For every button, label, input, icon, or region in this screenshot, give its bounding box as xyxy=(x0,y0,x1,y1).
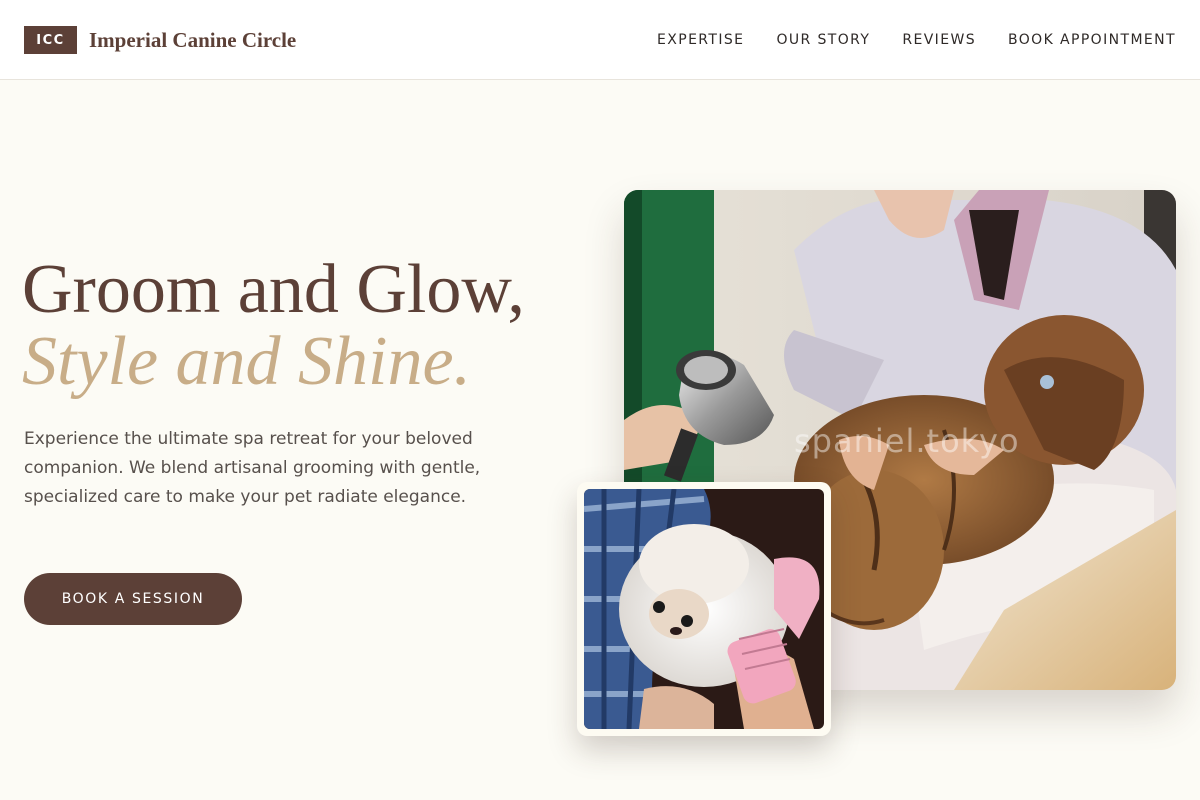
hero-description: Experience the ultimate spa retreat for … xyxy=(24,429,481,507)
logo-badge[interactable]: ICC xyxy=(24,26,77,54)
site-header: ICC Imperial Canine Circle EXPERTISE OUR… xyxy=(0,0,1200,80)
main-nav: EXPERTISE OUR STORY REVIEWS BOOK APPOINT… xyxy=(657,28,1176,52)
nav-link-book-appointment[interactable]: BOOK APPOINTMENT xyxy=(1008,28,1176,52)
hero-secondary-image-frame xyxy=(577,482,831,736)
headline-line-1: Groom and Glow, xyxy=(22,251,525,328)
photo-watermark: spaniel.tokyo xyxy=(794,422,1020,460)
nav-link-our-story[interactable]: OUR STORY xyxy=(776,28,870,52)
nav-link-expertise[interactable]: EXPERTISE xyxy=(657,28,744,52)
nav-link-reviews[interactable]: REVIEWS xyxy=(902,28,976,52)
hero-headline: Groom and Glow, Style and Shine. xyxy=(22,254,582,398)
brushing-photo xyxy=(584,489,824,729)
book-session-button[interactable]: BOOK A SESSION xyxy=(24,573,242,625)
brand-name[interactable]: Imperial Canine Circle xyxy=(89,26,296,54)
hero-secondary-image xyxy=(584,489,824,729)
headline-line-2: Style and Shine. xyxy=(22,323,472,400)
